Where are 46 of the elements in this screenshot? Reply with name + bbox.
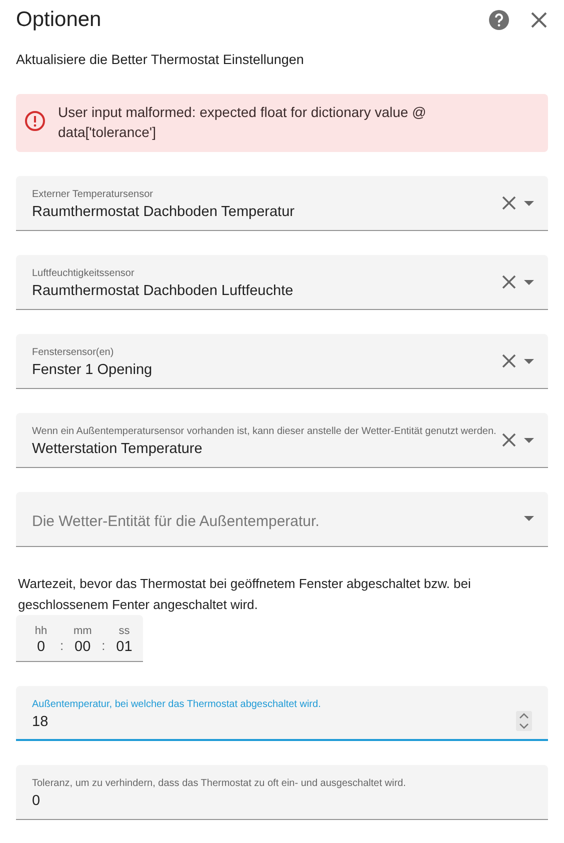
unit-value: 01 [116, 639, 132, 655]
select-field[interactable]: Fenstersensor(en) Fenster 1 Opening [16, 334, 548, 389]
field-label: Außentemperatur, bei welcher das Thermostat abgeschaltet wird. [32, 699, 321, 710]
field-label: Externer Temperatursensor [32, 189, 153, 200]
field-label: Toleranz, um zu verhindern, dass das Thermostat zu oft ein- und ausgeschaltet wird. [32, 778, 406, 789]
unit-label: hh [34, 625, 48, 637]
caret-icon[interactable] [524, 200, 534, 206]
unit-label: ss [118, 625, 130, 637]
field-value: 0 [32, 793, 40, 809]
spinner-icon[interactable] [516, 711, 532, 731]
number-field[interactable]: Toleranz, um zu verhindern, dass das Thermostat zu oft ein- und ausgeschaltet wird. 0 [16, 765, 548, 820]
field-label: Wenn ein Außentemperatursensor vorhanden ist, kann dieser anstelle der Wetter-Entität genutzt werden. [32, 426, 496, 437]
caret-icon[interactable] [524, 358, 534, 364]
time-field[interactable]: hh 0 : mm 00 : ss 01 [16, 615, 144, 662]
error-message: User input malformed: expected float for dictionary value @ data['tolerance'] [58, 103, 428, 142]
field-label: Fenstersensor(en) [32, 347, 114, 358]
clear-icon[interactable] [502, 354, 516, 368]
unit-value: 00 [74, 639, 91, 655]
field-placeholder: Die Wetter-Entität für die Außentemperatur. [32, 512, 320, 530]
dialog-title: Optionen [16, 8, 102, 32]
field-value: Raumthermostat Dachboden Luftfeuchte [32, 283, 294, 299]
number-field[interactable]: Außentemperatur, bei welcher das Thermostat abgeschaltet wird. 18 [16, 686, 548, 741]
select-field[interactable]: Wenn ein Außentemperatursensor vorhanden ist, kann dieser anstelle der Wetter-Entität genutzt werden. Wetterstation Temperature [16, 413, 548, 468]
field-value: Raumthermostat Dachboden Temperatur [32, 204, 294, 220]
help-icon[interactable] [488, 9, 510, 31]
close-icon[interactable] [530, 11, 548, 29]
dialog-subtitle: Aktualisiere die Better Thermostat Einstellungen [16, 52, 305, 69]
clear-icon[interactable] [502, 433, 516, 447]
field-label: Luftfeuchtigkeitssensor [32, 268, 134, 279]
field-value: Fenster 1 Opening [32, 362, 152, 378]
select-field[interactable]: Luftfeuchtigkeitssensor Raumthermostat Dachboden Luftfeuchte [16, 255, 548, 310]
time-separator: : [59, 638, 65, 655]
caret-icon[interactable] [524, 280, 534, 284]
unit-label: mm [73, 625, 92, 637]
clear-icon[interactable] [502, 196, 516, 210]
field-description: Wartezeit, bevor das Thermostat bei geöffnetem Fenster abgeschaltet bzw. bei geschlossenem Fenter angeschaltet wird. [17, 575, 472, 614]
error-icon [24, 110, 46, 132]
field-value: 18 [32, 714, 48, 730]
time-separator: : [100, 638, 106, 655]
caret-icon[interactable] [524, 438, 534, 442]
caret-icon[interactable] [524, 516, 534, 521]
clear-icon[interactable] [502, 275, 516, 289]
select-field[interactable]: Externer Temperatursensor Raumthermostat Dachboden Temperatur [16, 176, 548, 231]
select-field[interactable]: Die Wetter-Entität für die Außentemperatur. [16, 492, 548, 547]
unit-value: 0 [36, 639, 46, 655]
field-value: Wetterstation Temperature [32, 441, 202, 457]
